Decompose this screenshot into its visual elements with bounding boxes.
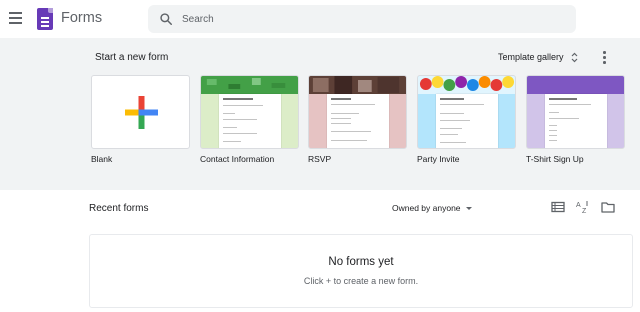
form-preview <box>436 94 498 148</box>
template-label: T-Shirt Sign Up <box>526 154 584 164</box>
form-preview <box>545 94 607 148</box>
template-gallery-button[interactable]: Template gallery <box>492 47 584 67</box>
template-label: Blank <box>91 154 113 164</box>
search-input[interactable] <box>182 5 562 33</box>
forms-logo-icon[interactable] <box>37 8 53 30</box>
t-shirt-sign-up-thumbnail[interactable] <box>526 75 625 149</box>
template-contact-information[interactable]: Contact Information <box>200 75 299 164</box>
empty-state-title: No forms yet <box>328 256 394 268</box>
blank-thumbnail[interactable] <box>91 75 190 149</box>
balloons-image <box>418 76 515 94</box>
owner-filter-dropdown[interactable]: Owned by anyone <box>392 201 472 215</box>
recent-forms-title: Recent forms <box>89 203 149 214</box>
banner-image <box>201 76 298 94</box>
rsvp-thumbnail[interactable] <box>308 75 407 149</box>
template-label: Party Invite <box>417 154 460 164</box>
unfold-more-icon <box>571 52 577 62</box>
google-plus-icon <box>125 96 158 129</box>
template-t-shirt-sign-up[interactable]: T-Shirt Sign Up <box>526 75 625 164</box>
search-bar[interactable] <box>148 5 576 33</box>
template-gallery-section: Start a new form Template gallery Blank <box>0 38 640 190</box>
svg-text:Z: Z <box>582 208 587 214</box>
form-preview <box>327 94 389 148</box>
svg-text:A: A <box>576 202 581 209</box>
template-party-invite[interactable]: Party Invite <box>417 75 516 164</box>
banner-image <box>309 76 406 94</box>
search-icon[interactable] <box>159 12 173 26</box>
party-invite-thumbnail[interactable] <box>417 75 516 149</box>
empty-state-subtitle: Click + to create a new form. <box>303 276 419 286</box>
more-options-icon[interactable] <box>598 50 610 64</box>
list-view-icon[interactable] <box>551 200 565 214</box>
dropdown-caret-icon <box>465 206 472 210</box>
empty-state-card: No forms yet Click + to create a new for… <box>89 234 633 308</box>
sort-az-icon[interactable]: A Z <box>576 200 590 214</box>
top-bar: Forms <box>0 0 640 38</box>
template-blank[interactable]: Blank <box>91 75 190 164</box>
section-title: Start a new form <box>95 52 169 63</box>
form-preview <box>219 94 281 148</box>
folder-icon[interactable] <box>601 200 615 214</box>
template-label: RSVP <box>308 154 332 164</box>
contact-information-thumbnail[interactable] <box>200 75 299 149</box>
main-menu-button[interactable] <box>9 12 23 24</box>
template-gallery-label: Template gallery <box>498 52 564 62</box>
template-label: Contact Information <box>200 154 275 164</box>
banner-image <box>527 76 624 94</box>
owner-filter-label: Owned by anyone <box>392 203 461 213</box>
app-title[interactable]: Forms <box>61 10 102 26</box>
template-rsvp[interactable]: RSVP <box>308 75 407 164</box>
